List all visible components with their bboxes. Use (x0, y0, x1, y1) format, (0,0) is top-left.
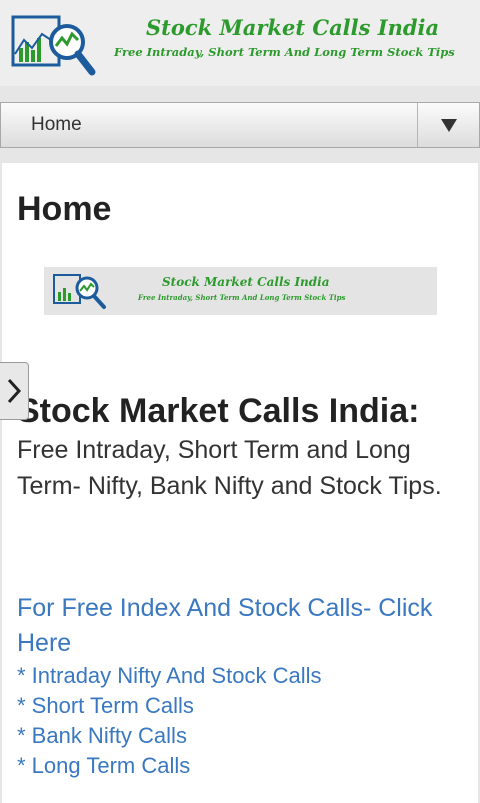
banner-logo-icon (53, 274, 106, 309)
site-banner-image: Stock Market Calls India Free Intraday, … (44, 267, 437, 315)
logo-icon[interactable] (10, 12, 98, 80)
link-short-term-calls[interactable]: * Short Term Calls (17, 691, 467, 721)
intro-heading: Stock Market Calls India: (17, 392, 420, 430)
chevron-right-icon (7, 378, 22, 404)
side-drawer-tab[interactable] (0, 362, 29, 420)
site-tagline: Free Intraday, Short Term And Long Term … (114, 45, 455, 59)
banner-title: Stock Market Calls India (162, 275, 330, 289)
site-header: Stock Market Calls India Free Intraday, … (0, 0, 480, 86)
nav-menu-toggle[interactable] (418, 103, 479, 147)
link-long-term-calls[interactable]: * Long Term Calls (17, 751, 467, 781)
main-content: Home Stock Market Calls India Free Intra… (2, 163, 478, 803)
link-list: For Free Index And Stock Calls- Click He… (17, 591, 467, 781)
link-intraday-calls[interactable]: * Intraday Nifty And Stock Calls (17, 661, 467, 691)
free-calls-link[interactable]: For Free Index And Stock Calls- Click He… (17, 591, 467, 661)
link-bank-nifty-calls[interactable]: * Bank Nifty Calls (17, 721, 467, 751)
page-title: Home (17, 190, 112, 228)
site-title[interactable]: Stock Market Calls India (146, 15, 439, 40)
nav-home-link[interactable]: Home (31, 114, 82, 136)
intro-text: Free Intraday, Short Term and Long Term-… (17, 436, 442, 500)
intro-paragraph: Stock Market Calls India: Free Intraday,… (17, 393, 467, 504)
triangle-down-icon (440, 119, 457, 132)
banner-tagline: Free Intraday, Short Term And Long Term … (138, 293, 346, 302)
nav-bar: Home (0, 102, 480, 148)
